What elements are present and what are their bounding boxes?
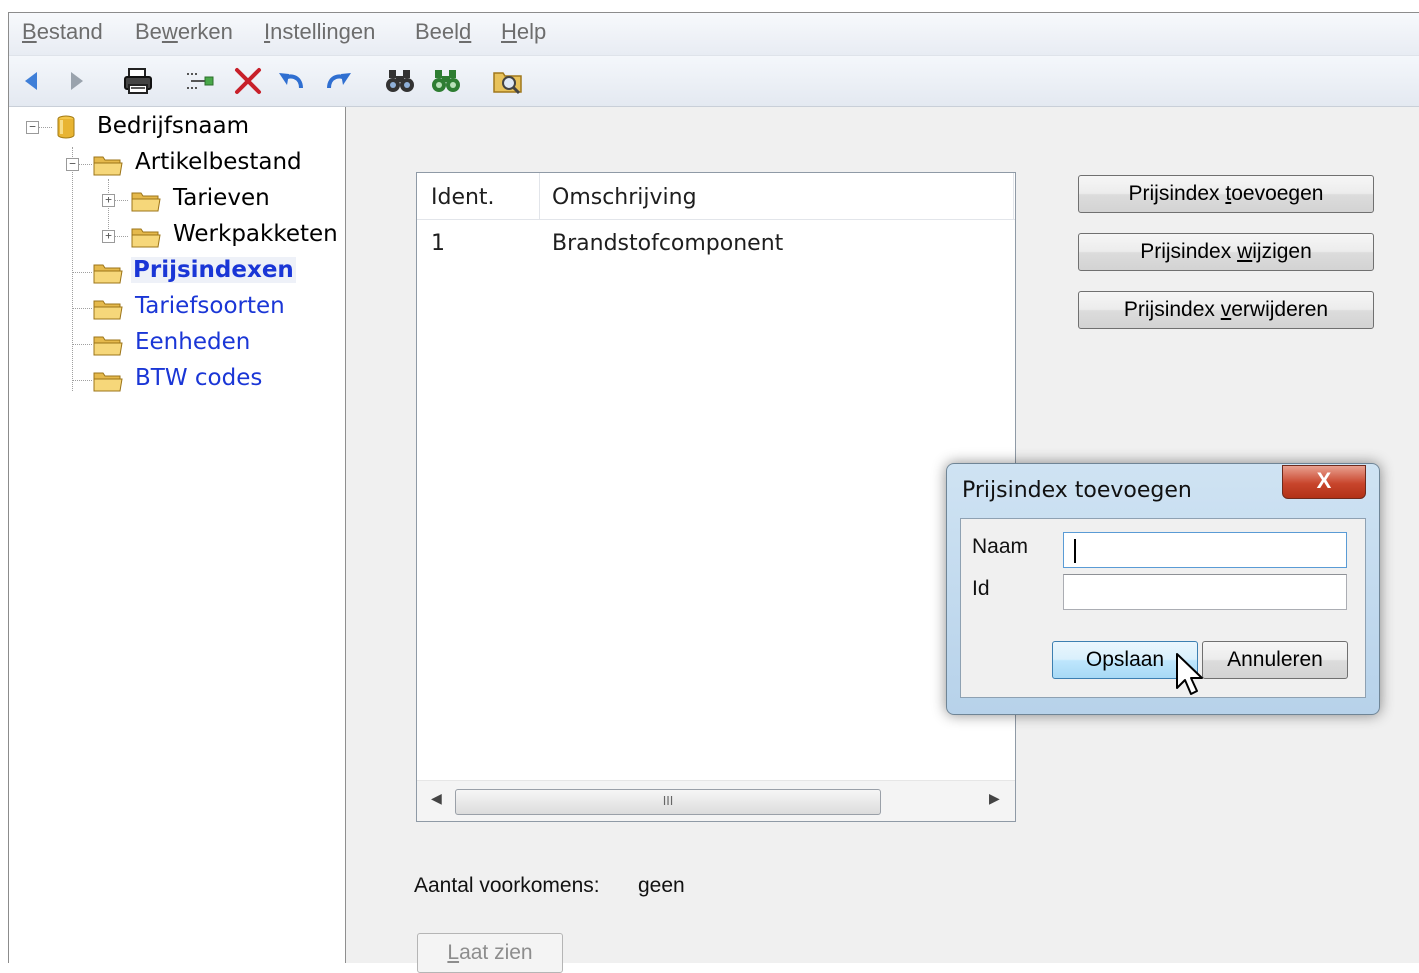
menu-bewerken[interactable]: Bewerken <box>135 19 233 45</box>
connect-icon[interactable] <box>183 64 217 98</box>
find-next-binoculars-icon[interactable] <box>429 64 463 98</box>
collapse-toggle-root[interactable]: − <box>26 121 39 134</box>
tree-node-bedrijfsnaam[interactable]: Bedrijfsnaam <box>95 113 251 139</box>
scroll-thumb[interactable]: III <box>455 789 881 815</box>
tree-node-werkpakketen[interactable]: Werkpakketen <box>171 221 340 247</box>
name-input[interactable] <box>1063 532 1347 568</box>
show-button[interactable]: Laat zien <box>417 933 563 973</box>
expand-toggle-tarieven[interactable]: + <box>102 194 115 207</box>
tree-node-artikelbestand[interactable]: Artikelbestand <box>133 149 304 175</box>
folder-icon <box>93 297 123 321</box>
menu-bar: Bestand Bewerken Instellingen Beeld Help <box>9 13 1419 56</box>
tree-connector <box>114 236 128 237</box>
text-caret <box>1074 539 1076 563</box>
add-prijsindex-dialog: Prijsindex toevoegen X Naam Id Opslaan A… <box>946 463 1380 715</box>
close-icon: X <box>1316 468 1332 493</box>
tree-node-prijsindexen[interactable]: Prijsindexen <box>131 257 296 283</box>
column-header-omschrijving[interactable]: Omschrijving <box>552 185 697 210</box>
count-value: geen <box>638 874 685 897</box>
column-header-ident[interactable]: Ident. <box>431 185 495 210</box>
horizontal-scrollbar[interactable]: ◀ III ▶ <box>417 780 1015 821</box>
tree-connector <box>78 164 92 165</box>
id-input[interactable] <box>1063 574 1347 610</box>
toolbar <box>9 56 1419 107</box>
name-label: Naam <box>972 535 1029 558</box>
forward-arrow-icon[interactable] <box>59 64 93 98</box>
cell-ident: 1 <box>431 231 445 256</box>
tree-node-eenheden[interactable]: Eenheden <box>133 329 252 355</box>
dialog-title: Prijsindex toevoegen <box>962 478 1192 503</box>
scroll-left-icon[interactable]: ◀ <box>431 791 442 807</box>
edit-prijsindex-button[interactable]: Prijsindex wijzigen <box>1078 233 1374 271</box>
tree-connector <box>72 272 92 273</box>
folder-icon <box>131 189 161 213</box>
scroll-right-icon[interactable]: ▶ <box>989 791 1000 807</box>
tree-node-tariefsoorten[interactable]: Tariefsoorten <box>133 293 287 319</box>
dialog-body: Naam Id Opslaan Annuleren <box>960 518 1366 698</box>
column-separator[interactable] <box>1013 173 1014 219</box>
tree-connector <box>114 200 128 201</box>
tree-connector <box>72 380 92 381</box>
cancel-button[interactable]: Annuleren <box>1202 641 1348 679</box>
find-binoculars-icon[interactable] <box>383 64 417 98</box>
list-header: Ident. Omschrijving <box>417 173 1015 220</box>
undo-icon[interactable] <box>275 64 309 98</box>
menu-help[interactable]: Help <box>501 19 546 45</box>
print-icon[interactable] <box>121 64 155 98</box>
collapse-toggle-artikelbestand[interactable]: − <box>66 158 79 171</box>
back-arrow-icon[interactable] <box>15 64 49 98</box>
folder-icon <box>93 333 123 357</box>
folder-icon <box>93 261 123 285</box>
tree-connector <box>72 308 92 309</box>
add-prijsindex-button[interactable]: Prijsindex toevoegen <box>1078 175 1374 213</box>
menu-bestand[interactable]: Bestand <box>22 19 103 45</box>
folder-icon <box>93 369 123 393</box>
menu-beeld[interactable]: Beeld <box>415 19 471 45</box>
tree-node-tarieven[interactable]: Tarieven <box>171 185 272 211</box>
expand-toggle-werkpakketen[interactable]: + <box>102 230 115 243</box>
column-separator[interactable] <box>539 173 540 219</box>
tree-connector <box>72 147 73 391</box>
search-folder-icon[interactable] <box>491 64 525 98</box>
folder-icon <box>93 153 123 177</box>
scroll-grip: III <box>662 794 674 808</box>
menu-instellingen[interactable]: Instellingen <box>264 19 375 45</box>
cell-omschrijving: Brandstofcomponent <box>552 231 784 256</box>
tree-connector <box>38 127 52 128</box>
navigation-tree: − Bedrijfsnaam − Artikelbestand + Tariev… <box>9 107 346 963</box>
count-label: Aantal voorkomens: <box>414 874 600 897</box>
tree-connector <box>72 344 92 345</box>
folder-icon <box>131 225 161 249</box>
tree-node-btw-codes[interactable]: BTW codes <box>133 365 264 391</box>
prijsindex-list[interactable]: Ident. Omschrijving 1 Brandstofcomponent… <box>416 172 1016 822</box>
delete-x-icon[interactable] <box>231 64 265 98</box>
redo-icon[interactable] <box>321 64 355 98</box>
database-icon <box>53 114 79 140</box>
id-label: Id <box>972 577 990 600</box>
delete-prijsindex-button[interactable]: Prijsindex verwijderen <box>1078 291 1374 329</box>
mouse-pointer-icon <box>1175 652 1205 696</box>
close-button[interactable]: X <box>1282 465 1366 499</box>
